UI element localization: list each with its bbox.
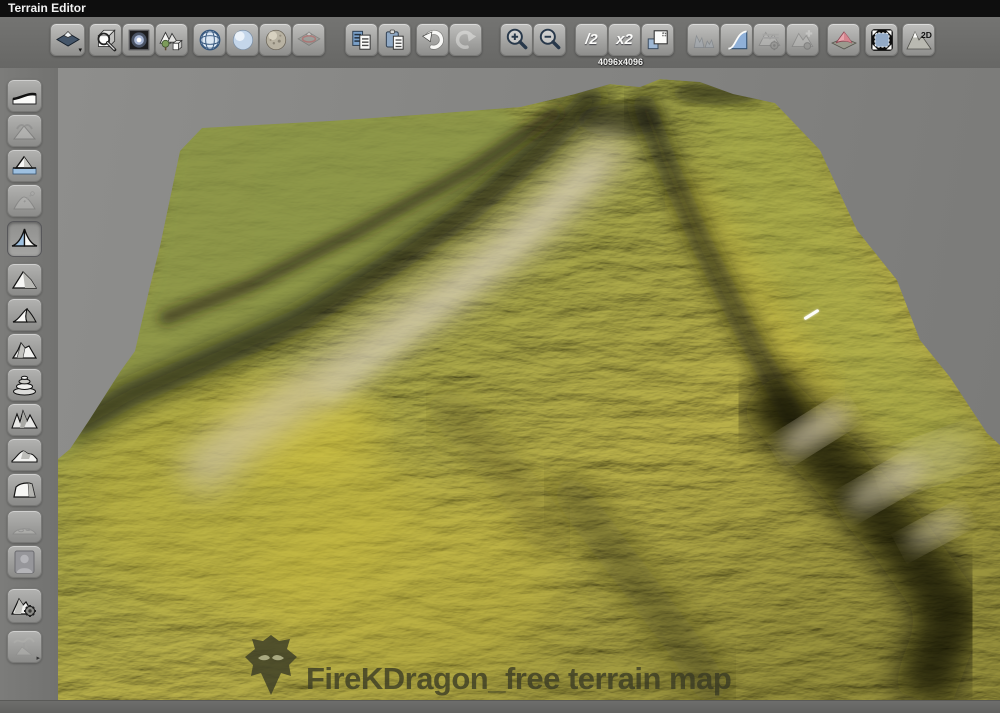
terrain-red-ring-icon bbox=[296, 27, 322, 53]
peak-brush-button[interactable] bbox=[7, 221, 42, 257]
terrain-file-button[interactable]: ▾ bbox=[50, 23, 85, 56]
curve-path-icon bbox=[11, 634, 38, 660]
terrain-editor-app: { "window": { "title": "Terrain Editor" … bbox=[0, 0, 1000, 713]
plateau-rock-icon bbox=[11, 478, 38, 502]
tool-sidebar: ▸ bbox=[0, 68, 58, 700]
expand-arrows-icon bbox=[869, 27, 895, 53]
terraced-mountain-icon bbox=[11, 373, 38, 397]
ramp-slope-icon bbox=[11, 84, 38, 108]
mountain-range-brush-button[interactable] bbox=[7, 438, 42, 471]
title-bar: Terrain Editor bbox=[0, 0, 1000, 17]
mound-dotted-arrow-icon bbox=[11, 189, 38, 213]
zoom-in-button[interactable] bbox=[500, 23, 533, 56]
dropdown-arrow-icon: ▾ bbox=[78, 47, 82, 54]
crater-icon bbox=[11, 515, 38, 539]
mountain-range-icon bbox=[11, 443, 38, 467]
rocky-mountain-brush-button[interactable] bbox=[7, 333, 42, 366]
main-toolbar: ▾ bbox=[0, 17, 1000, 68]
paste-view-button[interactable] bbox=[378, 23, 411, 56]
crater-brush-button[interactable] bbox=[7, 510, 42, 543]
window-title: Terrain Editor bbox=[8, 1, 86, 15]
mountain-gear-icon bbox=[757, 27, 783, 53]
svg-text:2D: 2D bbox=[921, 30, 932, 40]
path-tool-button[interactable]: ▸ bbox=[7, 630, 42, 663]
curves-icon bbox=[724, 27, 750, 53]
undo-button[interactable] bbox=[416, 23, 449, 56]
color-terrain-button[interactable] bbox=[827, 23, 860, 56]
flyout-arrow-icon: ▸ bbox=[36, 655, 40, 662]
cube-magnifier-icon bbox=[93, 27, 119, 53]
smooth-sphere-icon bbox=[230, 27, 256, 53]
copy-view-button[interactable] bbox=[345, 23, 378, 56]
undo-arrow-icon bbox=[420, 27, 446, 53]
scene-objects-button[interactable] bbox=[155, 23, 188, 56]
double-size-label: x2 bbox=[616, 31, 633, 48]
copy-documents-icon bbox=[349, 27, 375, 53]
zoom-out-icon bbox=[537, 27, 563, 53]
textured-sphere-icon bbox=[263, 27, 289, 53]
stamp-portrait-tool-button[interactable] bbox=[7, 545, 42, 578]
sharp-peak-icon bbox=[10, 226, 39, 252]
zoom-out-button[interactable] bbox=[533, 23, 566, 56]
redo-arrow-icon bbox=[453, 27, 479, 53]
smooth-tool-button[interactable] bbox=[7, 184, 42, 217]
expand-view-button[interactable] bbox=[865, 23, 898, 56]
textured-view-button[interactable] bbox=[259, 23, 292, 56]
plateau-brush-button[interactable] bbox=[7, 473, 42, 506]
jagged-peaks-brush-button[interactable] bbox=[7, 403, 42, 436]
paste-clipboard-icon bbox=[382, 27, 408, 53]
size-half-button[interactable]: /2 bbox=[575, 23, 608, 56]
half-size-label: /2 bbox=[585, 31, 598, 48]
view-2d-button[interactable]: 2D bbox=[902, 23, 935, 56]
lightmap-icon bbox=[126, 27, 152, 53]
terrain-generator-tool-button[interactable] bbox=[7, 588, 42, 623]
wireframe-view-button[interactable] bbox=[193, 23, 226, 56]
add-detail-button[interactable] bbox=[786, 23, 819, 56]
terrain-3d-viewport[interactable]: FireKDragon_free terrain map bbox=[58, 68, 1000, 700]
terrain-render bbox=[58, 68, 1000, 700]
mountain-gear-icon bbox=[10, 593, 39, 619]
mountain-arrows-icon bbox=[11, 119, 38, 143]
size-double-button[interactable]: x2 bbox=[608, 23, 641, 56]
mountain-icon bbox=[11, 268, 38, 292]
ramp-tool-button[interactable] bbox=[7, 79, 42, 112]
set-height-tool-button[interactable] bbox=[7, 149, 42, 182]
brush-ring-view-button[interactable] bbox=[292, 23, 325, 56]
raise-lower-tool-button[interactable] bbox=[7, 114, 42, 147]
terrain-size-label: 4096x4096 bbox=[598, 57, 658, 67]
trees-cube-icon bbox=[159, 27, 185, 53]
smooth-view-button[interactable] bbox=[226, 23, 259, 56]
mountain-plus-icon bbox=[790, 27, 816, 53]
resize-squares-icon bbox=[645, 27, 671, 53]
lightmap-button[interactable] bbox=[122, 23, 155, 56]
redo-button[interactable] bbox=[449, 23, 482, 56]
terrain-plane-icon bbox=[55, 28, 81, 52]
pink-terrain-icon bbox=[830, 27, 858, 53]
curves-button[interactable] bbox=[720, 23, 753, 56]
wireframe-globe-icon bbox=[197, 27, 223, 53]
histogram-icon bbox=[691, 27, 717, 53]
dune-brush-button[interactable] bbox=[7, 298, 42, 331]
mountain-2d-icon: 2D bbox=[905, 27, 933, 53]
histogram-button[interactable] bbox=[687, 23, 720, 56]
mountain-water-icon bbox=[11, 154, 38, 178]
status-bar bbox=[0, 700, 1000, 713]
inspect-model-button[interactable] bbox=[89, 23, 122, 56]
portrait-icon bbox=[11, 549, 38, 575]
terrace-brush-button[interactable] bbox=[7, 368, 42, 401]
mountain-brush-button[interactable] bbox=[7, 263, 42, 296]
zoom-in-icon bbox=[504, 27, 530, 53]
rocky-mountain-icon bbox=[11, 338, 38, 362]
dune-icon bbox=[11, 303, 38, 327]
resize-canvas-button[interactable] bbox=[641, 23, 674, 56]
erosion-settings-button[interactable] bbox=[753, 23, 786, 56]
jagged-peaks-icon bbox=[11, 408, 38, 432]
